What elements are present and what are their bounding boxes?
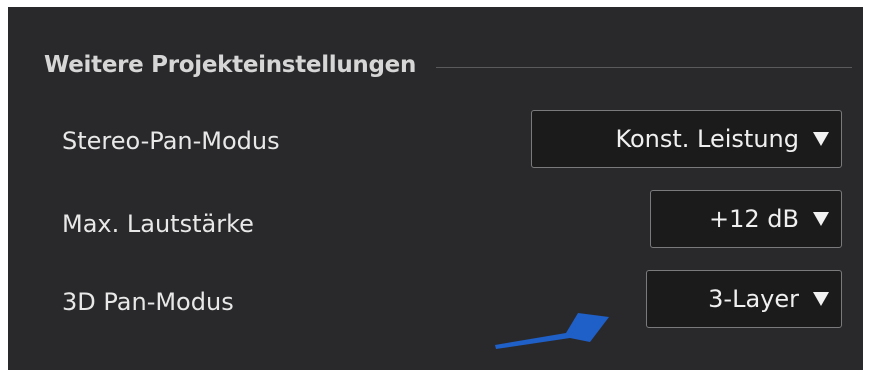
section-divider [436, 66, 852, 68]
annotation-arrow-shape [495, 313, 609, 349]
max-volume-value: +12 dB [709, 205, 799, 233]
stereo-pan-mode-dropdown[interactable]: Konst. Leistung [531, 110, 842, 168]
stereo-pan-mode-value: Konst. Leistung [615, 125, 799, 153]
3d-pan-mode-label: 3D Pan-Modus [62, 288, 234, 316]
3d-pan-mode-dropdown[interactable]: 3-Layer [646, 270, 842, 328]
section-title: Weitere Projekteinstellungen [44, 52, 417, 78]
max-volume-dropdown[interactable]: +12 dB [650, 190, 842, 248]
max-volume-label: Max. Lautstärke [62, 210, 254, 238]
triangle-down-icon [813, 292, 829, 306]
triangle-down-icon [813, 132, 829, 146]
stereo-pan-mode-label: Stereo-Pan-Modus [62, 127, 280, 155]
project-settings-panel: Weitere Projekteinstellungen Stereo-Pan-… [8, 7, 863, 370]
triangle-down-icon [813, 212, 829, 226]
section-header: Weitere Projekteinstellungen [44, 47, 852, 83]
3d-pan-mode-value: 3-Layer [708, 285, 799, 313]
